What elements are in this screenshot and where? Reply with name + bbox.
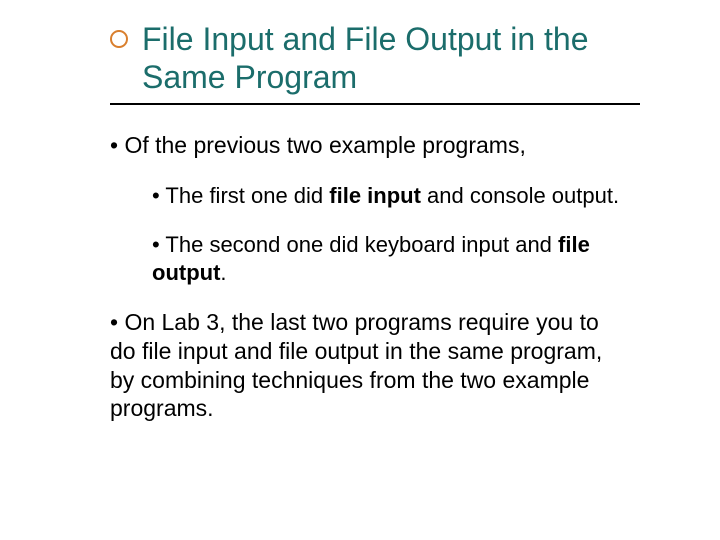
title-underline [110, 103, 640, 105]
slide-title: File Input and File Output in the Same P… [142, 20, 640, 97]
text-run: . [220, 260, 226, 285]
slide: File Input and File Output in the Same P… [0, 0, 720, 540]
text-bold: file input [329, 183, 421, 208]
bullet-level1: • Of the previous two example programs, [110, 131, 630, 160]
text-run: and console output. [421, 183, 619, 208]
text-run: • The first one did [152, 183, 329, 208]
slide-body: • Of the previous two example programs, … [50, 131, 670, 423]
text-run: • The second one did keyboard input and [152, 232, 558, 257]
title-row: File Input and File Output in the Same P… [110, 20, 640, 97]
bullet-level2: • The second one did keyboard input and … [152, 231, 630, 286]
bullet-ring-icon [110, 30, 128, 48]
bullet-level1: • On Lab 3, the last two programs requir… [110, 308, 630, 423]
title-block: File Input and File Output in the Same P… [110, 20, 640, 105]
bullet-level2: • The first one did file input and conso… [152, 182, 630, 210]
